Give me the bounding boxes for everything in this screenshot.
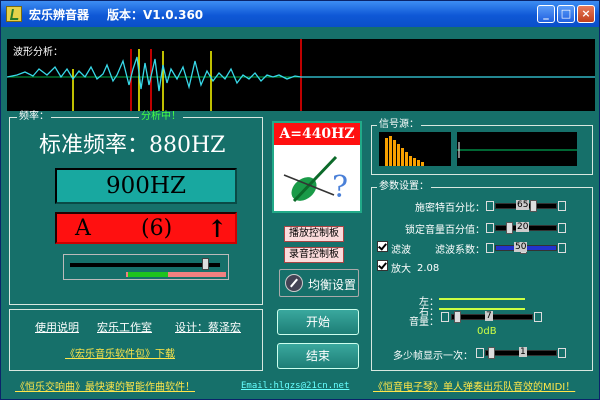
schmitt-label: 施密特百分比： [415, 203, 485, 214]
lock-volume-cap-right [558, 223, 566, 233]
lock-volume-value: 20 [516, 222, 530, 232]
title-bar[interactable]: 宏乐辨音器 版本：V1.0.360 _ □ × [1, 1, 599, 27]
volume-label: 音量： [409, 317, 439, 328]
frame-cap-right [558, 348, 566, 358]
spectrum-bars [385, 136, 424, 166]
signal-scope [457, 132, 577, 166]
volume-knob[interactable] [454, 311, 461, 323]
email-link[interactable]: Email:hlgzs@21cn.net [241, 381, 349, 391]
lock-volume-cap-left [486, 223, 494, 233]
eq-settings-label: 均衡设置 [308, 278, 357, 292]
tuning-knob[interactable] [202, 258, 209, 270]
volume-value: 7 [485, 311, 493, 321]
frame-interval-knob[interactable] [488, 347, 495, 359]
analysis-status: 分析中！ [139, 111, 183, 123]
volume-cap-right [534, 312, 542, 322]
tuning-meter [63, 254, 229, 280]
note-display: A (6) ↑ [55, 212, 237, 244]
record-panel-button[interactable]: 录音控制板 [284, 247, 344, 263]
signal-label: 信号源： [377, 119, 421, 131]
violin-icon: ? [283, 155, 348, 205]
app-icon [6, 6, 22, 22]
software-pack-link[interactable]: 《宏乐音乐软件包》下载 [65, 345, 175, 360]
left-level-bar [439, 298, 525, 300]
signal-line [457, 142, 577, 158]
play-panel-button[interactable]: 播放控制板 [284, 226, 344, 242]
detected-frequency-display: 900HZ [55, 168, 237, 204]
settings-label: 参数设置： [377, 181, 431, 193]
pitch-arrow-icon: ↑ [207, 214, 228, 243]
amplify-checkbox[interactable] [377, 260, 388, 271]
footer-symphony-link[interactable]: 《恒乐交响曲》最快速的智能作曲软件！ [15, 378, 195, 393]
eq-settings-button[interactable]: 均衡设置 [279, 269, 359, 297]
amplify-label: 放大 [391, 264, 411, 275]
studio-link[interactable]: 宏乐工作室 [97, 319, 152, 335]
minimize-button[interactable]: _ [537, 5, 555, 23]
footer-keyboard-link[interactable]: 《恒音电子琴》单人弹奏出乐队音效的MIDI！ [373, 378, 575, 393]
settings-panel [371, 187, 593, 371]
filter-coef-value: 50 [514, 242, 528, 252]
note-octave: (6) [141, 216, 173, 241]
stop-button[interactable]: 结束 [277, 343, 359, 369]
window-title: 宏乐辨音器 [29, 8, 90, 22]
version-label: 版本：V1.0.360 [107, 8, 204, 22]
tuning-in-range [128, 272, 168, 277]
svg-text:?: ? [332, 170, 348, 205]
detected-frequency: 900HZ [106, 173, 186, 199]
close-button[interactable]: × [577, 5, 595, 23]
minimize-icon: _ [543, 7, 549, 20]
maximize-icon: □ [560, 7, 572, 20]
note-name: A [75, 216, 91, 241]
close-icon: × [581, 7, 591, 20]
waveform-graph [7, 39, 595, 111]
designer-link[interactable]: 设计：蔡泽宏 [175, 319, 241, 335]
frame-interval-value: 1 [519, 347, 527, 357]
amplify-value: 2.08 [417, 263, 440, 274]
volume-db: 0dB [477, 326, 497, 337]
filter-coef-label: 滤波系数： [435, 245, 485, 256]
tuning-track [70, 263, 220, 267]
app-window: 宏乐辨音器 版本：V1.0.360 _ □ × 波形分析： 频率： 分析中！ 标… [0, 0, 600, 400]
right-level-bar [439, 308, 525, 310]
start-button[interactable]: 开始 [277, 309, 359, 335]
schmitt-value: 65 [516, 200, 530, 210]
schmitt-cap-right [558, 201, 566, 211]
schmitt-cap-left [486, 201, 494, 211]
frame-interval-label: 多少帧显示一次： [393, 351, 473, 362]
frame-cap-left [476, 348, 484, 358]
wrench-icon [285, 274, 303, 292]
frequency-label: 频率： [17, 111, 51, 123]
filter-cap-right [558, 243, 566, 253]
filter-checkbox[interactable] [377, 241, 388, 252]
lock-volume-label: 锁定音量百分值： [405, 225, 485, 236]
waveform-display: 波形分析： [7, 39, 595, 111]
logo-image: A=440HZ ? [272, 121, 362, 213]
schmitt-knob[interactable] [530, 200, 537, 212]
standard-frequency: 标准频率：880HZ [39, 133, 226, 158]
filter-cap-left [486, 243, 494, 253]
volume-cap-left [441, 312, 449, 322]
lock-volume-knob[interactable] [506, 222, 513, 234]
help-link[interactable]: 使用说明 [35, 319, 79, 335]
logo-text: A=440HZ [274, 123, 360, 145]
filter-label: 滤波 [391, 245, 411, 256]
spectrum-display [379, 132, 451, 166]
maximize-button[interactable]: □ [557, 5, 575, 23]
